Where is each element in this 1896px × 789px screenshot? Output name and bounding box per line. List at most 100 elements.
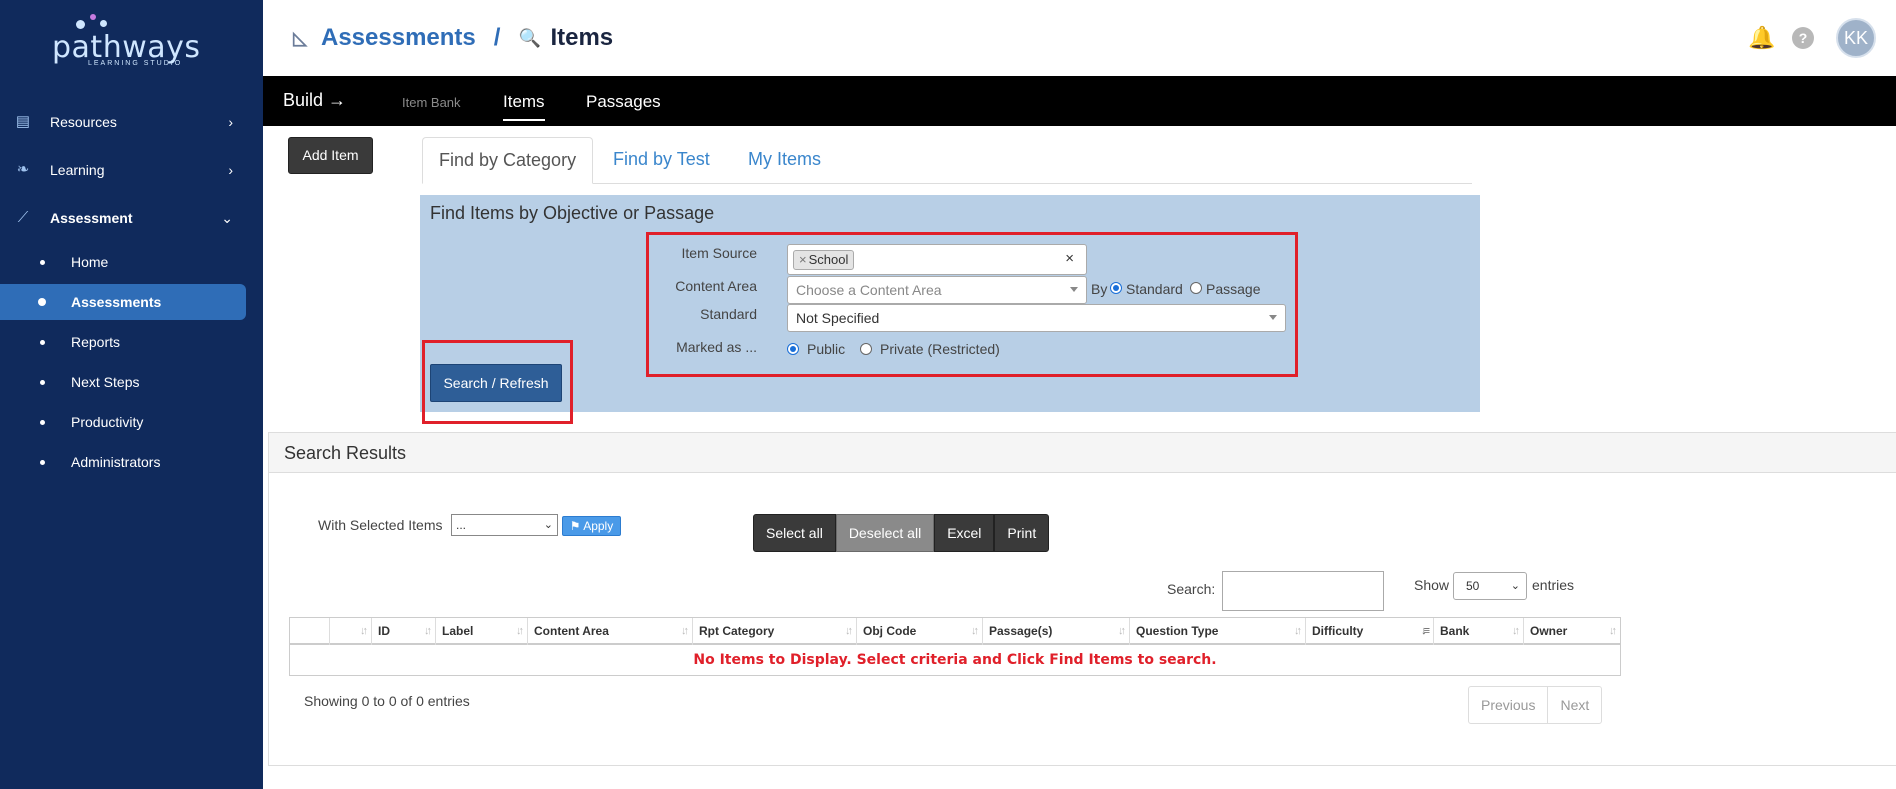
sidebar-item-label: Resources [50,114,117,130]
next-page-button[interactable]: Next [1548,687,1601,723]
table-actions: Select all Deselect all Excel Print [753,514,1050,552]
table-search-label: Search: [1167,581,1216,597]
column-header-label[interactable]: Label ↓↑ [436,618,528,645]
sidebar-item-learning[interactable]: ❧ Learning › [0,152,263,188]
logo-dot [100,20,107,27]
public-label: Public [807,341,846,357]
tab-my-items[interactable]: My Items [732,137,837,184]
sidebar: pathways LEARNING STUDIO ▤ Resources › ❧… [0,0,263,789]
search-refresh-button[interactable]: Search / Refresh [430,364,562,402]
sort-icon: ↓≡ [1421,625,1430,637]
column-header-id[interactable]: ID ↓↑ [372,618,436,645]
table-search-input[interactable] [1222,571,1384,611]
by-standard-label: Standard [1126,281,1183,297]
find-tabs: Find by Category Find by Test My Items [422,137,1472,184]
column-header-question-type[interactable]: Question Type ↓↑ [1130,618,1306,645]
chevron-down-icon: ⌄ [1510,580,1520,592]
sort-icon: ↓↑ [516,625,524,637]
bullet-icon [40,419,45,425]
tab-find-by-category[interactable]: Find by Category [422,137,594,184]
apply-button[interactable]: ⚑ Apply [562,516,621,536]
column-label: Question Type [1136,624,1219,638]
pathways-logo[interactable]: pathways LEARNING STUDIO [48,12,200,70]
column-header-blank[interactable]: ↓↑ [330,618,372,645]
page-length-select[interactable]: 50 ⌄ [1453,572,1527,600]
chevron-down-icon: ⌄ [543,519,553,531]
column-label: Content Area [534,624,609,638]
item-source-select[interactable]: × School × [787,244,1087,275]
previous-page-button[interactable]: Previous [1469,687,1549,723]
with-selected-dropdown[interactable]: ... ⌄ [451,514,558,536]
sidebar-item-label: Assessments [71,294,162,310]
column-header-content-area[interactable]: Content Area ↓↑ [528,618,693,645]
column-header-bank[interactable]: Bank ↓↑ [1434,618,1524,645]
print-button[interactable]: Print [994,514,1050,552]
sidebar-item-reports[interactable]: Reports [0,324,246,360]
help-icon[interactable]: ? [1792,27,1814,49]
avatar[interactable]: KK [1836,18,1876,58]
column-label: Passage(s) [989,624,1053,638]
sidebar-item-home[interactable]: Home [0,244,246,280]
column-header-difficulty[interactable]: Difficulty ↓≡ [1306,618,1434,645]
marked-as-label: Marked as ... [676,339,757,355]
sort-icon: ↓↑ [971,625,979,637]
sidebar-item-administrators[interactable]: Administrators [0,444,246,480]
sidebar-item-next-steps[interactable]: Next Steps [0,364,246,400]
tab-passages[interactable]: Passages [586,92,661,112]
tab-find-by-test[interactable]: Find by Test [597,137,726,184]
excel-button[interactable]: Excel [934,514,995,552]
breadcrumb: ◺ Assessments / 🔍 Items [289,22,613,54]
header-actions: 🔔 ? KK [1748,18,1876,58]
column-header-passages[interactable]: Passage(s) ↓↑ [983,618,1130,645]
tab-items[interactable]: Items [503,92,545,121]
panel-title: Find Items by Objective or Passage [430,203,715,223]
build-nav: Build → Item Bank Items Passages [263,76,1896,126]
public-radio[interactable] [787,343,799,355]
standard-dropdown[interactable]: Not Specified [787,304,1286,332]
dropdown-arrow-icon [1070,287,1078,292]
deselect-all-button[interactable]: Deselect all [835,514,935,552]
column-header-obj-code[interactable]: Obj Code ↓↑ [857,618,983,645]
tab-item-bank[interactable]: Item Bank [402,95,461,110]
ruler-triangle-icon: ◺ [293,28,307,48]
sidebar-item-label: Learning [50,162,105,178]
chevron-right-icon: › [228,114,233,130]
sort-icon: ↓↑ [845,625,853,637]
select-all-button[interactable]: Select all [753,514,836,552]
logo-subtitle: LEARNING STUDIO [88,60,183,67]
breadcrumb-assessments[interactable]: Assessments [321,24,476,52]
sidebar-item-assessments[interactable]: Assessments [0,284,246,320]
logo-dot [90,14,96,20]
breadcrumb-separator: / [493,24,501,51]
bell-icon[interactable]: 🔔 [1748,26,1775,50]
sidebar-item-resources[interactable]: ▤ Resources › [0,104,263,140]
by-standard-radio[interactable] [1110,282,1122,294]
document-search-icon: 🔍 [518,28,541,48]
standard-value: Not Specified [796,310,880,326]
sidebar-item-productivity[interactable]: Productivity [0,404,246,440]
content-area-dropdown[interactable]: Choose a Content Area [787,276,1087,304]
column-header-owner[interactable]: Owner ↓↑ [1524,618,1620,645]
results-title: Search Results [284,443,407,463]
sidebar-item-label: Next Steps [71,374,140,390]
remove-tag-icon[interactable]: × [799,252,807,267]
item-source-label: Item Source [681,245,757,261]
sidebar-item-label: Reports [71,334,121,350]
flag-icon: ⚑ [569,519,581,533]
sidebar-item-label: Home [71,254,109,270]
column-header-rpt-category[interactable]: Rpt Category ↓↑ [693,618,857,645]
results-header: Search Results [269,433,1896,473]
clear-icon[interactable]: × [1065,250,1074,267]
sidebar-item-assessment[interactable]: ⟋ Assessment ⌄ [0,200,263,236]
search-results-section: Search Results [268,432,1896,766]
add-item-button[interactable]: Add Item [288,137,373,174]
logo-dot [76,20,85,29]
with-selected-value: ... [456,518,467,532]
column-label: Difficulty [1312,624,1364,638]
item-source-tag: × School [793,250,855,270]
private-radio[interactable] [860,343,872,355]
by-passage-radio[interactable] [1190,282,1202,294]
book-icon: ▤ [15,113,31,130]
build-label[interactable]: Build → [283,90,346,111]
chevron-down-icon: ⌄ [221,209,233,226]
